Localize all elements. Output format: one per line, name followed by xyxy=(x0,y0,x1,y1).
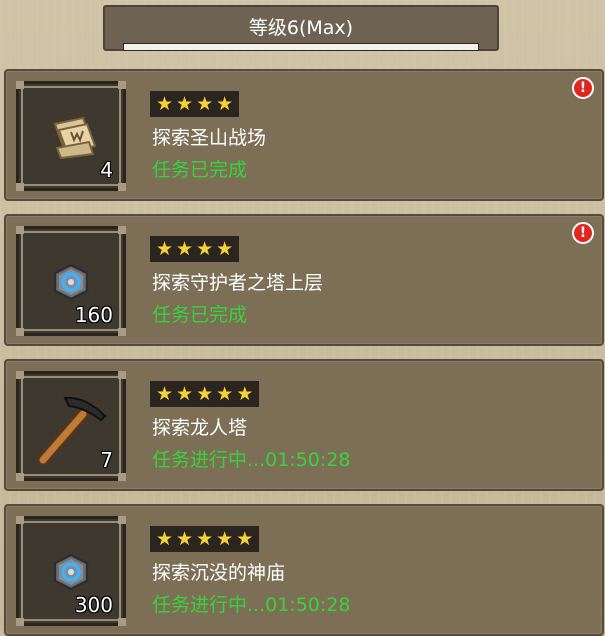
star-icon: ★ xyxy=(236,527,254,550)
level-title: 等级6(Max) xyxy=(248,17,354,39)
star-icon: ★ xyxy=(156,382,174,405)
star-icon: ★ xyxy=(196,382,214,405)
star-icon: ★ xyxy=(236,382,254,405)
star-rating: ★ ★ ★ ★ xyxy=(150,236,240,262)
level-banner: 等级6(Max) xyxy=(103,5,499,51)
task-name: 探索沉没的神庙 xyxy=(152,562,286,584)
item-count: 4 xyxy=(100,158,113,182)
task-name: 探索守护者之塔上层 xyxy=(152,272,324,294)
alert-icon[interactable]: ! xyxy=(572,77,594,99)
task-card-2[interactable]: 160 ★ ★ ★ ★ 探索守护者之塔上层 任务已完成 ! xyxy=(4,214,604,346)
item-count: 300 xyxy=(74,593,113,617)
star-icon: ★ xyxy=(176,527,194,550)
item-slot: 300 xyxy=(16,516,126,626)
star-rating: ★ ★ ★ ★ ★ xyxy=(150,526,260,552)
item-slot: 4 xyxy=(16,81,126,191)
star-icon: ★ xyxy=(196,527,214,550)
item-count: 7 xyxy=(100,448,113,472)
star-icon: ★ xyxy=(216,382,234,405)
star-icon: ★ xyxy=(156,527,174,550)
item-slot: 160 xyxy=(16,226,126,336)
task-status: 任务已完成 xyxy=(152,159,248,181)
star-icon: ★ xyxy=(176,237,194,260)
task-card-4[interactable]: 300 ★ ★ ★ ★ ★ 探索沉没的神庙 任务进行中...01:50:28 xyxy=(4,504,604,636)
level-progress-bar xyxy=(123,43,479,51)
alert-icon[interactable]: ! xyxy=(572,222,594,244)
star-icon: ★ xyxy=(216,237,234,260)
task-name: 探索圣山战场 xyxy=(152,127,267,149)
task-status: 任务进行中...01:50:28 xyxy=(152,594,351,616)
star-icon: ★ xyxy=(196,92,214,115)
item-slot: 7 xyxy=(16,371,126,481)
star-icon: ★ xyxy=(216,92,234,115)
star-icon: ★ xyxy=(176,92,194,115)
star-icon: ★ xyxy=(156,237,174,260)
star-icon: ★ xyxy=(176,382,194,405)
task-status: 任务已完成 xyxy=(152,304,248,326)
star-rating: ★ ★ ★ ★ xyxy=(150,91,240,117)
task-name: 探索龙人塔 xyxy=(152,417,248,439)
star-icon: ★ xyxy=(196,237,214,260)
item-count: 160 xyxy=(74,303,113,327)
task-card-3[interactable]: 7 ★ ★ ★ ★ ★ 探索龙人塔 任务进行中...01:50:28 xyxy=(4,359,604,491)
task-status: 任务进行中...01:50:28 xyxy=(152,449,351,471)
star-icon: ★ xyxy=(216,527,234,550)
star-rating: ★ ★ ★ ★ ★ xyxy=(150,381,260,407)
star-icon: ★ xyxy=(156,92,174,115)
task-card-1[interactable]: 4 ★ ★ ★ ★ 探索圣山战场 任务已完成 ! xyxy=(4,69,604,201)
